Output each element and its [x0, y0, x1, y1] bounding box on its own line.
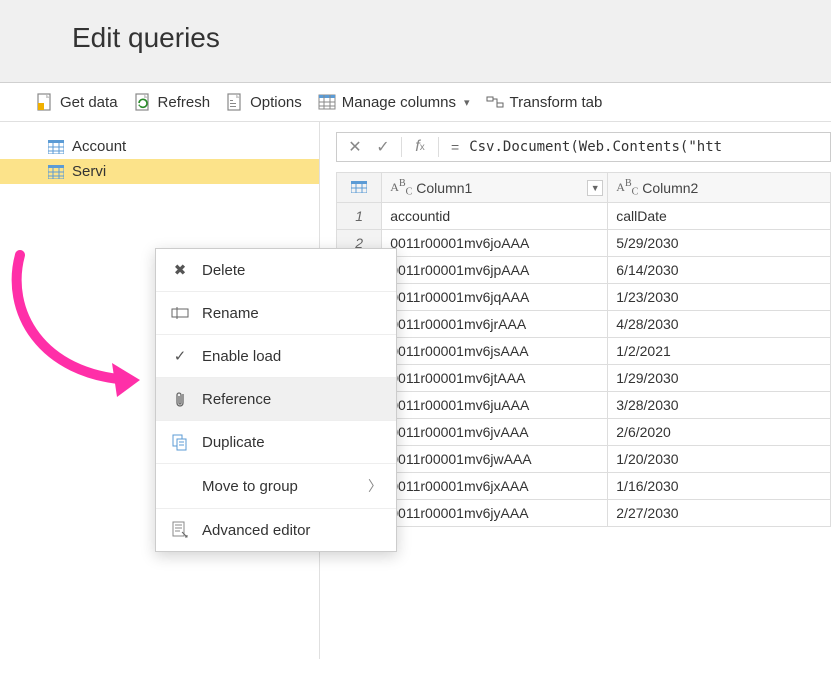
- column-header-2[interactable]: ABC Column2: [608, 173, 831, 203]
- cell-column2[interactable]: 5/29/2030: [608, 230, 831, 257]
- cell-column2[interactable]: 1/23/2030: [608, 284, 831, 311]
- type-text-icon: ABC: [616, 178, 638, 197]
- ctx-enable-load[interactable]: ✓ Enable load: [156, 335, 396, 378]
- cell-column1[interactable]: 0011r00001mv6jvAAA: [382, 419, 608, 446]
- ctx-delete[interactable]: ✖ Delete: [156, 249, 396, 292]
- query-item-account[interactable]: Account: [0, 134, 319, 159]
- cell-column2[interactable]: 2/27/2030: [608, 500, 831, 527]
- delete-icon: ✖: [170, 261, 190, 279]
- table-row[interactable]: 120011r00001mv6jyAAA2/27/2030: [337, 500, 831, 527]
- cell-column2[interactable]: 3/28/2030: [608, 392, 831, 419]
- header: Edit queries: [0, 0, 831, 83]
- ctx-rename[interactable]: Rename: [156, 292, 396, 335]
- table-row[interactable]: 0011r00001mv6jrAAA4/28/2030: [337, 311, 831, 338]
- table-row[interactable]: 0011r00001mv6jsAAA1/2/2021: [337, 338, 831, 365]
- options-icon: [226, 93, 244, 111]
- row-number: 1: [337, 203, 382, 230]
- column-filter-button[interactable]: ▼: [587, 180, 603, 196]
- cell-column2[interactable]: 1/29/2030: [608, 365, 831, 392]
- cell-column1[interactable]: 0011r00001mv6jtAAA: [382, 365, 608, 392]
- table-row[interactable]: 0011r00001mv6jwAAA1/20/2030: [337, 446, 831, 473]
- cell-column1[interactable]: 0011r00001mv6jwAAA: [382, 446, 608, 473]
- chevron-down-icon: ▾: [464, 96, 470, 109]
- equals-sign: =: [445, 139, 465, 155]
- row-number-header[interactable]: [337, 173, 382, 203]
- cell-column1[interactable]: 0011r00001mv6jrAAA: [382, 311, 608, 338]
- table-row[interactable]: 0011r00001mv6jvAAA2/6/2020: [337, 419, 831, 446]
- cell-column2[interactable]: 2/6/2020: [608, 419, 831, 446]
- table-row[interactable]: 0011r00001mv6jtAAA1/29/2030: [337, 365, 831, 392]
- table-icon: [318, 93, 336, 111]
- cell-column1[interactable]: accountid: [382, 203, 608, 230]
- refresh-icon: [134, 93, 152, 111]
- table-row[interactable]: 110011r00001mv6jxAAA1/16/2030: [337, 473, 831, 500]
- cell-column1[interactable]: 0011r00001mv6jqAAA: [382, 284, 608, 311]
- ctx-reference[interactable]: Reference: [156, 378, 396, 421]
- advanced-editor-icon: [170, 521, 190, 539]
- cell-column1[interactable]: 0011r00001mv6joAAA: [382, 230, 608, 257]
- get-data-button[interactable]: Get data: [36, 93, 118, 111]
- ctx-duplicate[interactable]: Duplicate: [156, 421, 396, 464]
- cell-column2[interactable]: 1/20/2030: [608, 446, 831, 473]
- cell-column1[interactable]: 0011r00001mv6jsAAA: [382, 338, 608, 365]
- toolbar: Get data Refresh Options Manage columns …: [0, 83, 831, 122]
- manage-columns-button[interactable]: Manage columns ▾: [318, 93, 470, 111]
- page-title: Edit queries: [72, 22, 801, 54]
- context-menu: ✖ Delete Rename ✓ Enable load Reference …: [155, 248, 397, 552]
- cell-column1[interactable]: 0011r00001mv6jxAAA: [382, 473, 608, 500]
- table-icon: [48, 140, 64, 154]
- table-row[interactable]: 0011r00001mv6juAAA3/28/2030: [337, 392, 831, 419]
- duplicate-icon: [170, 433, 190, 451]
- check-icon: ✓: [170, 347, 190, 365]
- cell-column1[interactable]: 0011r00001mv6jpAAA: [382, 257, 608, 284]
- query-item-servi[interactable]: Servi: [0, 159, 319, 184]
- cell-column2[interactable]: 6/14/2030: [608, 257, 831, 284]
- cell-column2[interactable]: 1/16/2030: [608, 473, 831, 500]
- cell-column1[interactable]: 0011r00001mv6jyAAA: [382, 500, 608, 527]
- cell-column1[interactable]: 0011r00001mv6juAAA: [382, 392, 608, 419]
- table-icon: [351, 181, 367, 193]
- type-text-icon: ABC: [390, 178, 412, 197]
- column-header-1[interactable]: ABC Column1 ▼: [382, 173, 608, 203]
- formula-bar: ✕ ✓ fx = Csv.Document(Web.Contents("htt: [336, 132, 831, 162]
- transform-table-button[interactable]: Transform tab: [486, 93, 603, 111]
- table-row[interactable]: 20011r00001mv6joAAA5/29/2030: [337, 230, 831, 257]
- table-row[interactable]: 1accountidcallDate: [337, 203, 831, 230]
- get-data-icon: [36, 93, 54, 111]
- data-grid[interactable]: ABC Column1 ▼ ABC Column2 1accountidcall…: [336, 172, 831, 527]
- ctx-move-to-group[interactable]: Move to group 〉: [156, 464, 396, 509]
- cell-column2[interactable]: 4/28/2030: [608, 311, 831, 338]
- cell-column2[interactable]: callDate: [608, 203, 831, 230]
- transform-icon: [486, 93, 504, 111]
- table-icon: [48, 165, 64, 179]
- fx-icon[interactable]: fx: [408, 136, 432, 158]
- options-button[interactable]: Options: [226, 93, 302, 111]
- chevron-right-icon: 〉: [368, 476, 382, 496]
- cell-column2[interactable]: 1/2/2021: [608, 338, 831, 365]
- formula-commit-button[interactable]: ✓: [371, 136, 395, 158]
- table-row[interactable]: 0011r00001mv6jqAAA1/23/2030: [337, 284, 831, 311]
- rename-icon: [170, 304, 190, 322]
- ctx-advanced-editor[interactable]: Advanced editor: [156, 509, 396, 551]
- refresh-button[interactable]: Refresh: [134, 93, 211, 111]
- table-row[interactable]: 0011r00001mv6jpAAA6/14/2030: [337, 257, 831, 284]
- main: Account Servi ✕ ✓ fx = Csv.Document(Web.…: [0, 122, 831, 659]
- paperclip-icon: [170, 390, 190, 408]
- formula-cancel-button[interactable]: ✕: [343, 136, 367, 158]
- formula-text[interactable]: Csv.Document(Web.Contents("htt: [469, 139, 722, 155]
